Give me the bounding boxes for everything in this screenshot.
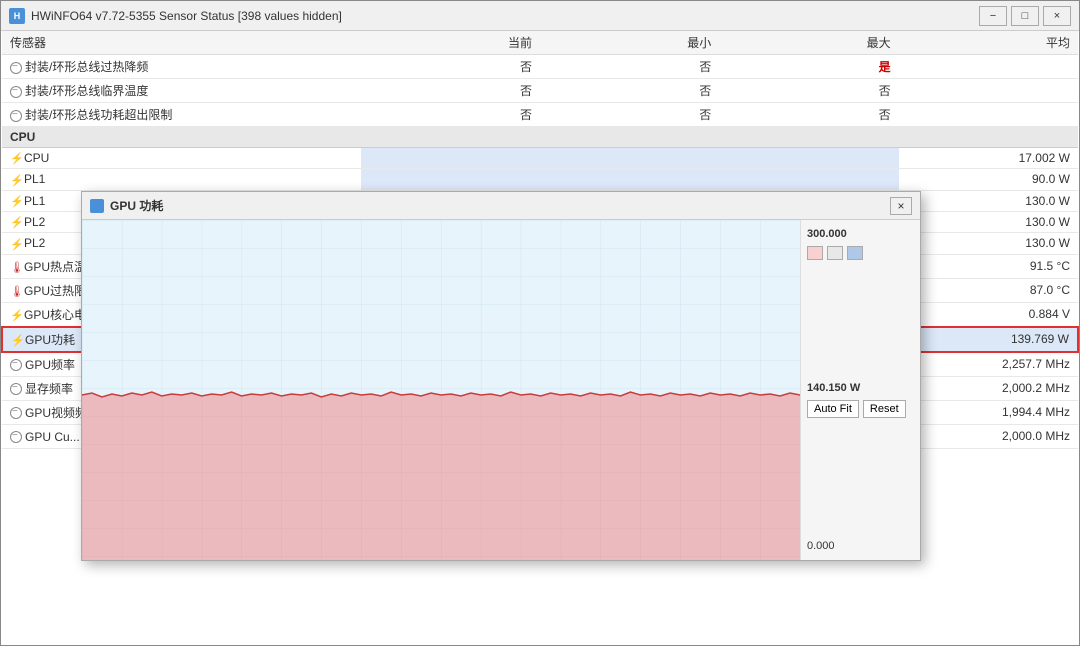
avg-val: 2,000.0 MHz <box>899 424 1078 448</box>
modal-body: 300.000 140.150 W Auto Fit Reset 0.000 <box>82 220 920 560</box>
table-row: ⚡CPU 17.002 W <box>2 148 1078 169</box>
header-current: 当前 <box>361 31 540 55</box>
chart-svg <box>82 220 800 560</box>
bolt-icon: ⚡ <box>10 195 22 208</box>
section-label: CPU <box>2 127 1078 148</box>
avg-val: 130.0 W <box>899 233 1078 254</box>
avg-val: 1,994.4 MHz <box>899 400 1078 424</box>
avg-val: 139.769 W <box>899 327 1078 352</box>
max-val: 否 <box>719 103 898 127</box>
close-button[interactable]: × <box>1043 6 1071 26</box>
header-min: 最小 <box>540 31 719 55</box>
header-sensor: 传感器 <box>2 31 361 55</box>
app-icon: H <box>9 8 25 24</box>
gpu-power-modal: GPU 功耗 × <box>81 191 921 561</box>
table-row: 封装/环形总线临界温度 否 否 否 <box>2 79 1078 103</box>
sensor-label: 封装/环形总线临界温度 <box>2 79 361 103</box>
min-val: 否 <box>540 103 719 127</box>
avg-val: 130.0 W <box>899 190 1078 211</box>
avg-val <box>899 55 1078 79</box>
bolt-icon: ⚡ <box>11 334 23 347</box>
minus-icon <box>10 359 22 371</box>
avg-val: 90.0 W <box>899 169 1078 190</box>
chart-y-current: 140.150 W <box>807 382 914 394</box>
avg-val: 130.0 W <box>899 211 1078 232</box>
reset-button[interactable]: Reset <box>863 400 906 418</box>
avg-val: 87.0 °C <box>899 278 1078 302</box>
avg-val <box>899 103 1078 127</box>
chart-buttons: Auto Fit Reset <box>807 400 914 418</box>
chart-y-max: 300.000 <box>807 228 914 240</box>
chart-area <box>82 220 800 560</box>
sensor-label: 封装/环形总线功耗超出限制 <box>2 103 361 127</box>
window-controls: − □ × <box>979 6 1071 26</box>
table-row: 封装/环形总线过热降频 否 否 是 <box>2 55 1078 79</box>
bolt-icon: ⚡ <box>10 152 22 165</box>
minus-icon <box>10 407 22 419</box>
chart-y-min: 0.000 <box>807 540 914 552</box>
sensor-label: ⚡PL1 <box>2 169 361 190</box>
color-box-2 <box>827 246 843 260</box>
color-box-3 <box>847 246 863 260</box>
avg-val: 91.5 °C <box>899 254 1078 278</box>
titlebar: H HWiNFO64 v7.72-5355 Sensor Status [398… <box>1 1 1079 31</box>
max-val: 是 <box>719 55 898 79</box>
chart-color-boxes <box>807 246 914 260</box>
chart-sidebar: 300.000 140.150 W Auto Fit Reset 0.000 <box>800 220 920 560</box>
minus-icon <box>10 62 22 74</box>
sensor-label: 封装/环形总线过热降频 <box>2 55 361 79</box>
current-val: 否 <box>361 55 540 79</box>
main-window: H HWiNFO64 v7.72-5355 Sensor Status [398… <box>0 0 1080 646</box>
current-val: 否 <box>361 103 540 127</box>
bolt-icon: ⚡ <box>10 216 22 229</box>
table-container: 传感器 当前 最小 最大 平均 封装/环形总线过热降频 否 否 是 <box>1 31 1079 645</box>
avg-val <box>899 79 1078 103</box>
autofit-button[interactable]: Auto Fit <box>807 400 859 418</box>
current-val: 否 <box>361 79 540 103</box>
sensor-label: ⚡CPU <box>2 148 361 169</box>
temp-icon: 🌡 <box>10 285 22 298</box>
modal-titlebar: GPU 功耗 × <box>82 192 920 220</box>
temp-icon: 🌡 <box>10 261 22 274</box>
avg-val: 17.002 W <box>899 148 1078 169</box>
minus-icon <box>10 86 22 98</box>
modal-title: GPU 功耗 <box>110 197 890 214</box>
avg-val: 0.884 V <box>899 302 1078 327</box>
color-box-1 <box>807 246 823 260</box>
minus-icon <box>10 110 22 122</box>
maximize-button[interactable]: □ <box>1011 6 1039 26</box>
avg-val: 2,000.2 MHz <box>899 376 1078 400</box>
max-val: 否 <box>719 79 898 103</box>
minus-icon <box>10 431 22 443</box>
header-avg: 平均 <box>899 31 1078 55</box>
window-title: HWiNFO64 v7.72-5355 Sensor Status [398 v… <box>31 9 979 23</box>
min-val: 否 <box>540 79 719 103</box>
header-max: 最大 <box>719 31 898 55</box>
bolt-icon: ⚡ <box>10 238 22 251</box>
table-row: ⚡PL1 90.0 W <box>2 169 1078 190</box>
modal-close-button[interactable]: × <box>890 197 912 215</box>
modal-icon <box>90 199 104 213</box>
bolt-icon: ⚡ <box>10 174 22 187</box>
minus-icon <box>10 383 22 395</box>
avg-val: 2,257.7 MHz <box>899 352 1078 377</box>
min-val: 否 <box>540 55 719 79</box>
bolt-icon: ⚡ <box>10 309 22 322</box>
table-row: 封装/环形总线功耗超出限制 否 否 否 <box>2 103 1078 127</box>
section-header-cpu: CPU <box>2 127 1078 148</box>
minimize-button[interactable]: − <box>979 6 1007 26</box>
